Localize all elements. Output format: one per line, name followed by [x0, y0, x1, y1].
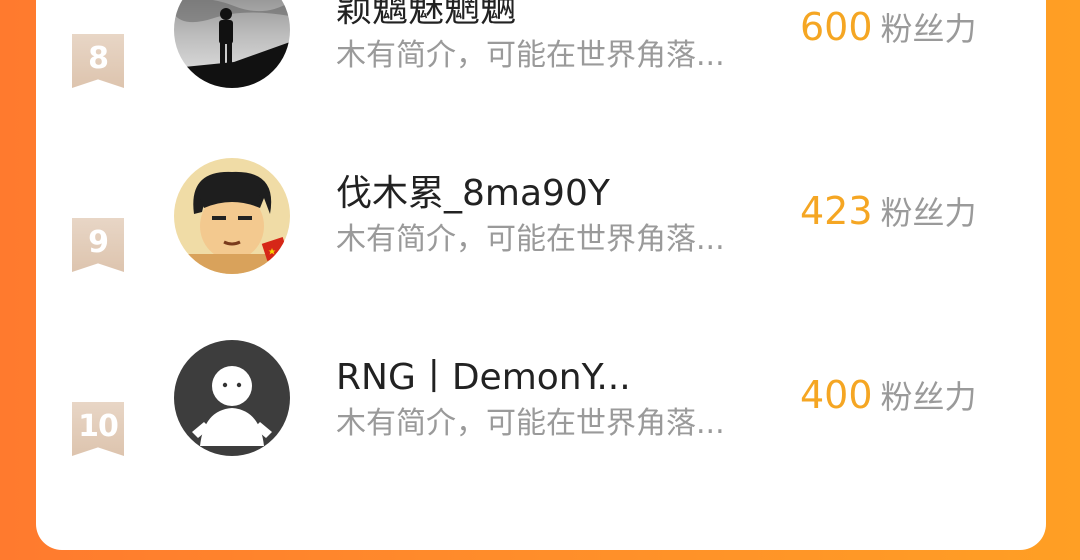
- user-avatar[interactable]: [174, 340, 290, 456]
- fans-unit: 粉丝力: [880, 378, 977, 416]
- rank-badge: 9: [72, 218, 124, 272]
- fans-count: 600: [800, 5, 873, 49]
- user-name[interactable]: 伐木累_8ma90Y: [336, 164, 610, 216]
- user-avatar[interactable]: [174, 0, 290, 88]
- fans-power: 600 粉丝力: [800, 4, 977, 50]
- default-avatar-icon: [174, 340, 290, 456]
- user-bio: 木有简介，可能在世界角落...: [336, 38, 725, 73]
- cartoon-avatar-icon: [174, 158, 290, 274]
- fans-unit: 粉丝力: [880, 10, 977, 48]
- rank-badge: 10: [72, 402, 124, 456]
- leaderboard-row[interactable]: 8 颖魑魅魍魉 木有简介，可能在世界角落... 600 粉丝力: [36, 0, 1046, 184]
- user-name[interactable]: 颖魑魅魍魉: [336, 0, 516, 32]
- rank-badge: 8: [72, 34, 124, 88]
- fans-power: 400 粉丝力: [800, 372, 977, 418]
- user-avatar[interactable]: [174, 158, 290, 274]
- leaderboard-card: 8 颖魑魅魍魉 木有简介，可能在世界角落... 600 粉丝力 9 伐木累_8m…: [36, 0, 1046, 550]
- fans-count: 423: [800, 189, 873, 233]
- user-name[interactable]: RNG丨DemonY...: [336, 348, 631, 400]
- fans-unit: 粉丝力: [880, 194, 977, 232]
- leaderboard-row[interactable]: 9 伐木累_8ma90Y 木有简介，可能在世界角落... 423 粉丝力: [36, 158, 1046, 368]
- user-bio: 木有简介，可能在世界角落...: [336, 406, 725, 441]
- fans-count: 400: [800, 373, 873, 417]
- silhouette-avatar-icon: [174, 0, 290, 88]
- leaderboard-row[interactable]: 10 RNG丨DemonY... 木有简介，可能在世界角落... 400 粉丝力: [36, 340, 1046, 552]
- fans-power: 423 粉丝力: [800, 188, 977, 234]
- user-bio: 木有简介，可能在世界角落...: [336, 222, 725, 257]
